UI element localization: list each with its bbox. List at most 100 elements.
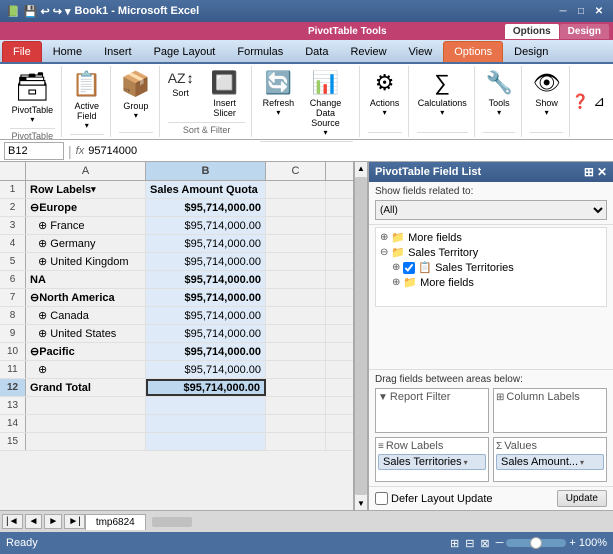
name-box[interactable] xyxy=(4,142,64,160)
scroll-down-button[interactable]: ▼ xyxy=(355,497,367,510)
update-button[interactable]: Update xyxy=(557,490,607,507)
cell-a11[interactable]: ⊕ xyxy=(26,361,146,378)
actions-button[interactable]: ⚙ Actions ▾ xyxy=(366,68,404,119)
field-item-salesterritory[interactable]: ⊖ 📁 Sales Territory xyxy=(376,245,606,260)
sheet-nav-first[interactable]: |◄ xyxy=(2,514,23,529)
tab-pagelayout[interactable]: Page Layout xyxy=(143,41,227,62)
cell-a8[interactable]: ⊕ Canada xyxy=(26,307,146,324)
sheet-nav-prev[interactable]: ◄ xyxy=(25,514,43,529)
col-header-c[interactable]: C xyxy=(266,162,326,180)
sheet-tab-tmp6824[interactable]: tmp6824 xyxy=(85,514,146,530)
close-button[interactable]: ✕ xyxy=(591,3,607,19)
cell-b11[interactable]: $95,714,000.00 xyxy=(146,361,266,378)
cell-a5[interactable]: ⊕ United Kingdom xyxy=(26,253,146,270)
chip-arrow-salesterritories[interactable]: ▾ xyxy=(464,458,468,467)
minimize-button[interactable]: ─ xyxy=(555,3,571,19)
actions-arrow[interactable]: ▾ xyxy=(383,108,387,117)
page-break-button[interactable]: ⊠ xyxy=(480,537,489,550)
field-item-salesterritories[interactable]: ⊕ 📋 Sales Territories xyxy=(376,260,606,275)
change-source-button[interactable]: 📊 Change DataSource ▾ xyxy=(298,68,352,139)
change-source-arrow[interactable]: ▾ xyxy=(324,128,328,137)
activefield-button[interactable]: 📋 ActiveField ▾ xyxy=(68,68,106,132)
panel-layout-button[interactable]: ⊞ xyxy=(584,165,594,179)
tab-options[interactable]: Options xyxy=(443,41,503,62)
maximize-button[interactable]: □ xyxy=(573,3,589,19)
cell-b2[interactable]: $95,714,000.00 xyxy=(146,199,266,216)
cell-b14[interactable] xyxy=(146,415,266,432)
zoom-thumb[interactable] xyxy=(530,537,542,549)
cell-b6[interactable]: $95,714,000.00 xyxy=(146,271,266,288)
page-layout-button[interactable]: ⊟ xyxy=(465,537,474,550)
zoom-slider[interactable] xyxy=(506,539,566,547)
tab-design[interactable]: Design xyxy=(503,41,559,62)
refresh-arrow[interactable]: ▾ xyxy=(276,108,280,117)
vertical-scrollbar[interactable]: ▲ ▼ xyxy=(354,162,368,510)
panel-close-button[interactable]: ✕ xyxy=(597,165,607,179)
calculations-arrow[interactable]: ▾ xyxy=(440,108,444,117)
col-header-b[interactable]: B xyxy=(146,162,266,180)
tools-arrow[interactable]: ▾ xyxy=(497,108,501,117)
chip-arrow-salesamount[interactable]: ▾ xyxy=(580,458,584,467)
cell-a1[interactable]: Row Labels ▾ xyxy=(26,181,146,198)
cell-a3[interactable]: ⊕ France xyxy=(26,217,146,234)
cell-b8[interactable]: $95,714,000.00 xyxy=(146,307,266,324)
scroll-thumb[interactable] xyxy=(355,177,367,495)
help-button[interactable]: ❓ xyxy=(572,93,589,110)
cell-b9[interactable]: $95,714,000.00 xyxy=(146,325,266,342)
cell-b1[interactable]: Sales Amount Quota xyxy=(146,181,266,198)
group-arrow[interactable]: ▾ xyxy=(134,111,138,120)
pivottable-button[interactable]: 🗃 PivotTable ▾ xyxy=(8,68,58,126)
tab-home[interactable]: Home xyxy=(42,41,93,62)
tab-data[interactable]: Data xyxy=(294,41,339,62)
cell-b5[interactable]: $95,714,000.00 xyxy=(146,253,266,270)
zoom-out-button[interactable]: ─ xyxy=(496,537,504,549)
tab-insert[interactable]: Insert xyxy=(93,41,143,62)
activefield-arrow[interactable]: ▾ xyxy=(85,121,89,130)
cell-a7[interactable]: ⊖North America xyxy=(26,289,146,306)
cell-a9[interactable]: ⊕ United States xyxy=(26,325,146,342)
cell-a13[interactable] xyxy=(26,397,146,414)
tools-button[interactable]: 🔧 Tools ▾ xyxy=(481,68,517,119)
cell-b10[interactable]: $95,714,000.00 xyxy=(146,343,266,360)
cell-a4[interactable]: ⊕ Germany xyxy=(26,235,146,252)
cell-a10[interactable]: ⊖Pacific xyxy=(26,343,146,360)
formula-input[interactable] xyxy=(88,142,609,160)
sort-button[interactable]: AZ ↕ Sort xyxy=(164,68,198,100)
cell-b15[interactable] xyxy=(146,433,266,450)
insert-slicer-button[interactable]: 🔲 InsertSlicer xyxy=(200,68,250,120)
tab-view[interactable]: View xyxy=(398,41,444,62)
normal-view-button[interactable]: ⊞ xyxy=(450,537,459,550)
tab-review[interactable]: Review xyxy=(339,41,397,62)
col-header-a[interactable]: A xyxy=(26,162,146,180)
field-item-morefields2[interactable]: ⊕ 📁 More fields xyxy=(376,275,606,290)
scroll-thumb-h[interactable] xyxy=(152,517,192,527)
cell-a6[interactable]: NA xyxy=(26,271,146,288)
show-arrow[interactable]: ▾ xyxy=(545,108,549,117)
field-checkbox-salesterritories[interactable] xyxy=(403,262,415,274)
tab-formulas[interactable]: Formulas xyxy=(226,41,294,62)
pivottable-arrow[interactable]: ▾ xyxy=(30,115,34,124)
cell-a12[interactable]: Grand Total xyxy=(26,379,146,396)
horizontal-scrollbar[interactable] xyxy=(148,516,613,528)
chip-salesterritories[interactable]: Sales Territories ▾ xyxy=(378,454,486,470)
cell-a2[interactable]: ⊖Europe xyxy=(26,199,146,216)
show-fields-select[interactable]: (All) xyxy=(375,200,607,220)
zoom-in-button[interactable]: + xyxy=(569,537,575,549)
pivot-tab-options[interactable]: Options xyxy=(505,24,559,39)
refresh-button[interactable]: 🔄 Refresh ▾ xyxy=(260,68,296,119)
tab-file[interactable]: File xyxy=(2,41,42,62)
sheet-nav-last[interactable]: ►| xyxy=(64,514,85,529)
cell-b7[interactable]: $95,714,000.00 xyxy=(146,289,266,306)
cell-b12[interactable]: $95,714,000.00 xyxy=(146,379,266,396)
scroll-up-button[interactable]: ▲ xyxy=(355,162,367,175)
show-button[interactable]: 👁 Show ▾ xyxy=(529,68,565,119)
cell-b4[interactable]: $95,714,000.00 xyxy=(146,235,266,252)
cell-a15[interactable] xyxy=(26,433,146,450)
group-button[interactable]: 📦 Group ▾ xyxy=(117,68,155,122)
pivot-tab-design[interactable]: Design xyxy=(560,24,609,39)
field-item-morefields1[interactable]: ⊕ 📁 More fields xyxy=(376,230,606,245)
cell-a14[interactable] xyxy=(26,415,146,432)
cell-b3[interactable]: $95,714,000.00 xyxy=(146,217,266,234)
expand-ribbon-button[interactable]: ⊿ xyxy=(593,93,605,110)
defer-checkbox[interactable] xyxy=(375,492,388,505)
